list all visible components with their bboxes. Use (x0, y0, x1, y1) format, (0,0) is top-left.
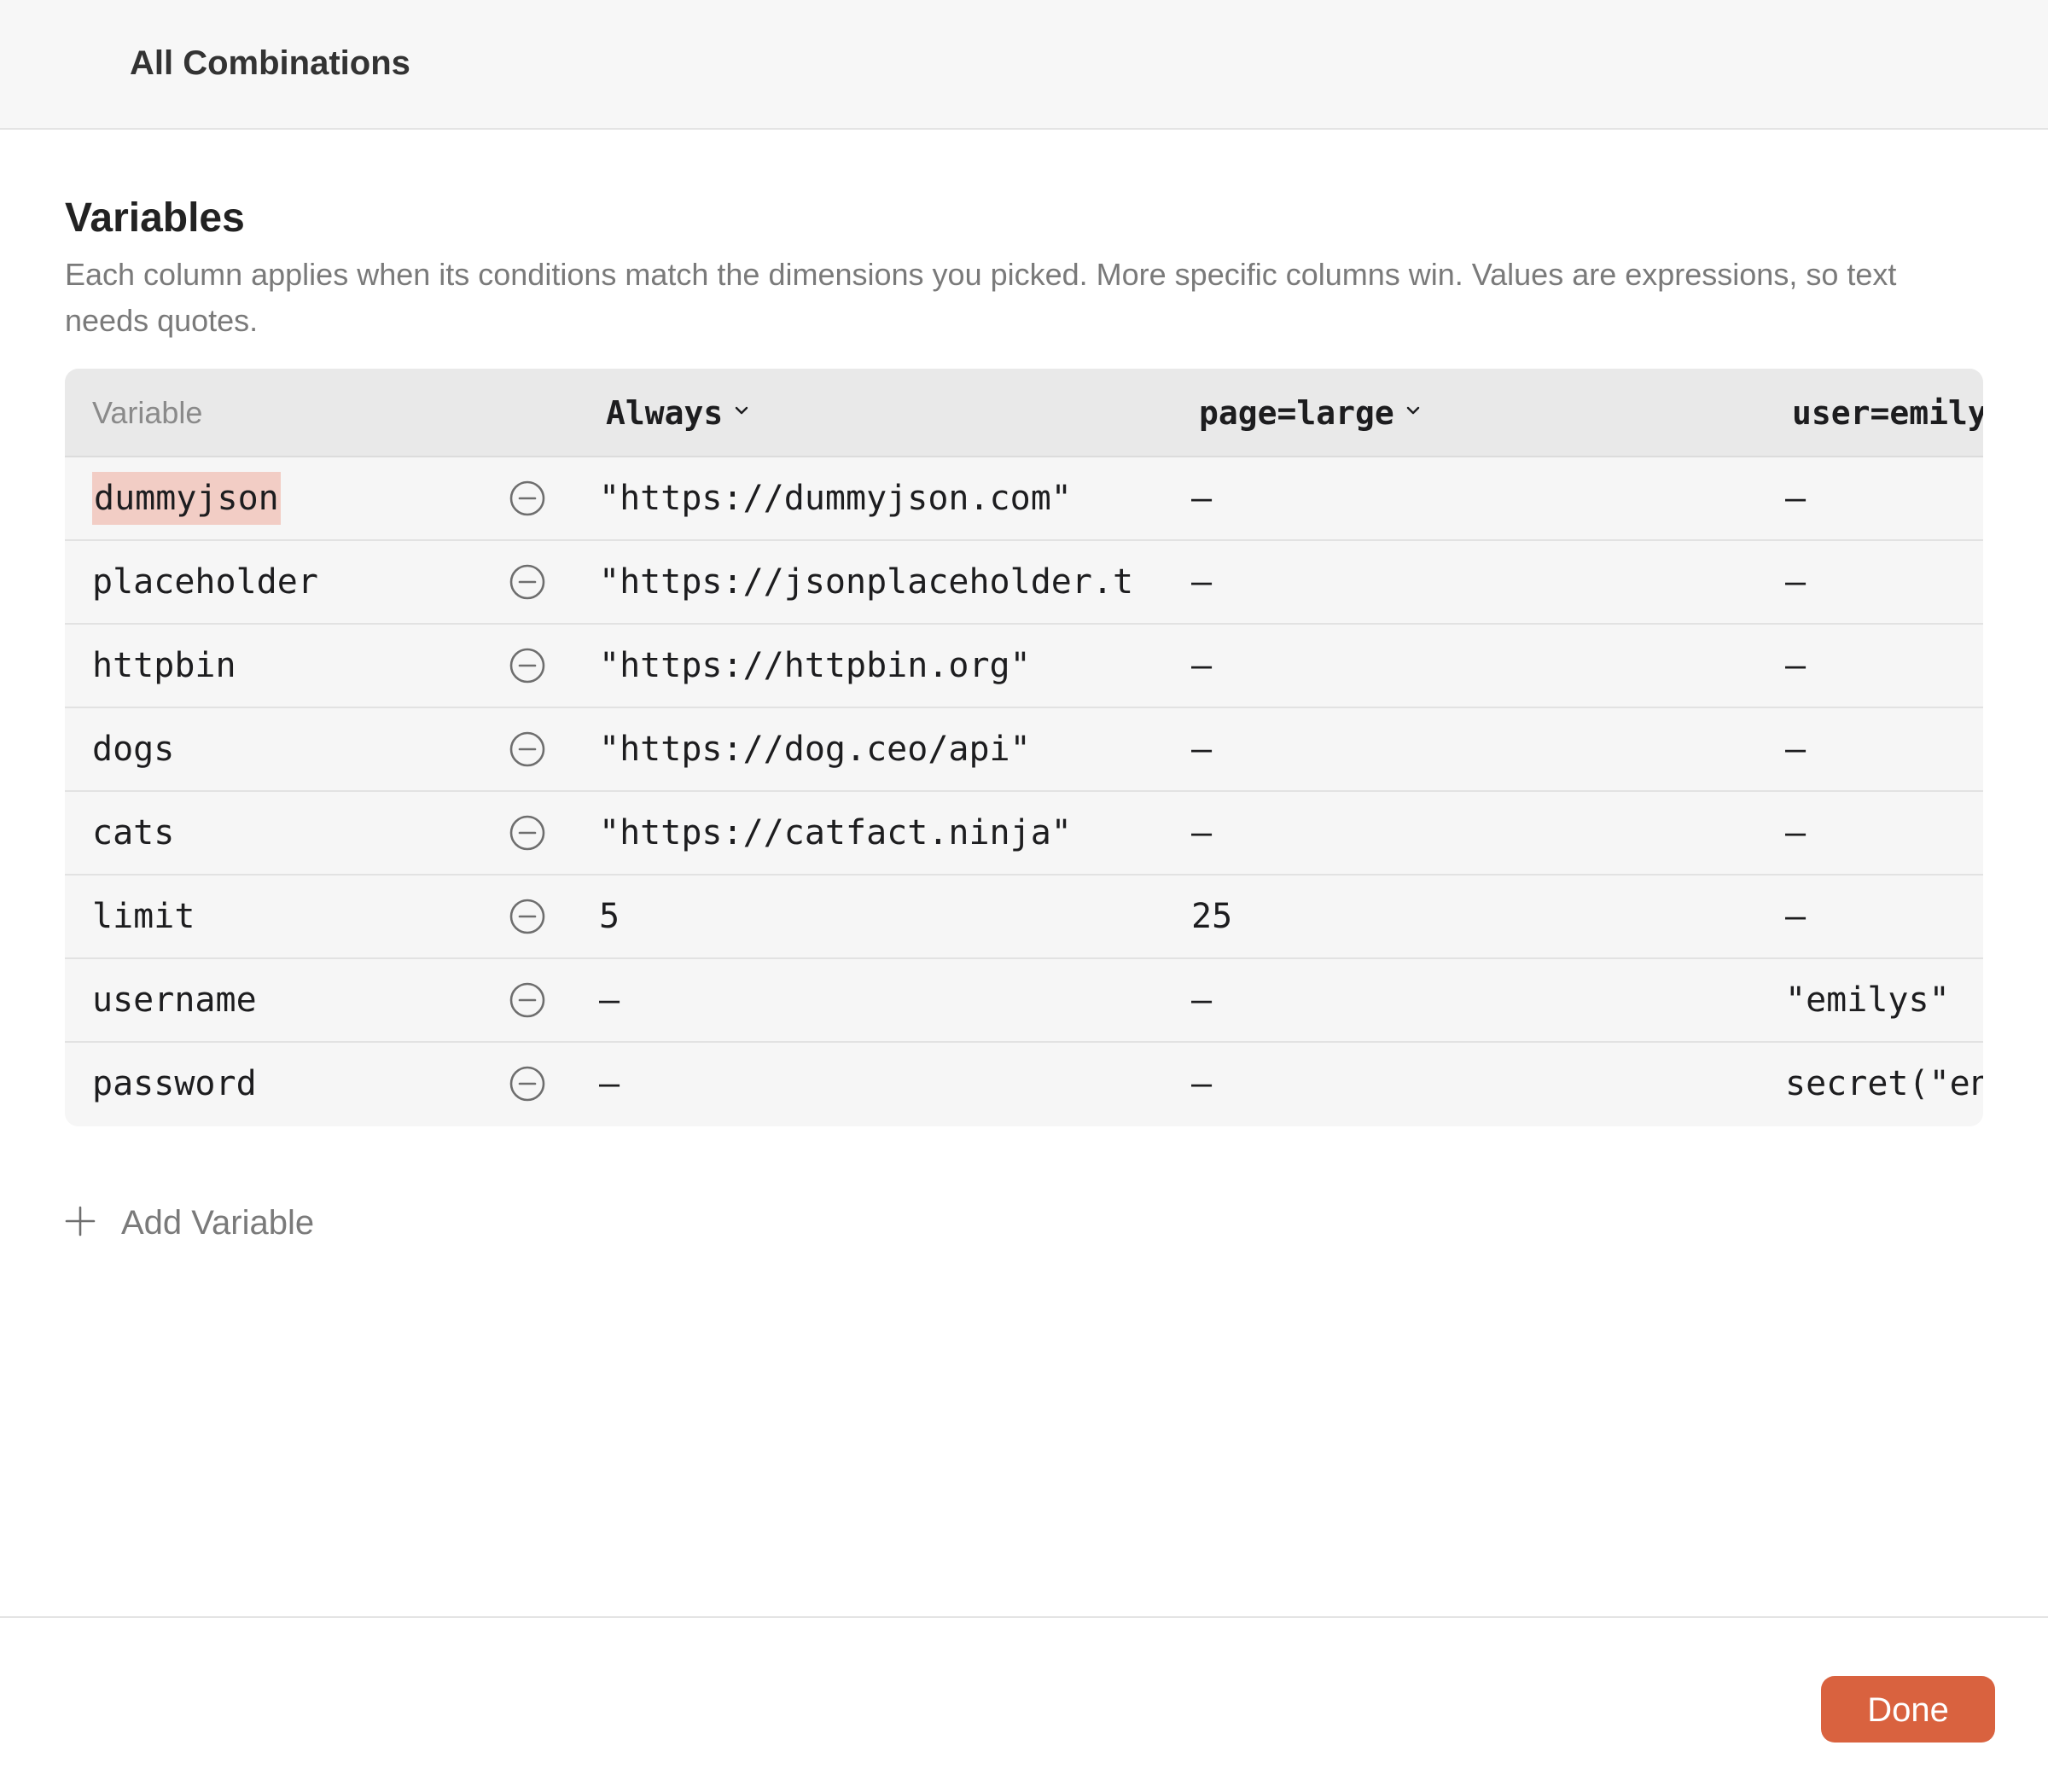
value-cell-user-emily[interactable]: — (1785, 625, 1983, 707)
table-row: username — — "emilys" (65, 959, 1983, 1043)
chevron-down-icon (736, 406, 748, 414)
done-button[interactable]: Done (1821, 1676, 1995, 1743)
column-header-page-large-label: page=large (1199, 394, 1394, 432)
section-title: Variables (65, 195, 245, 241)
minus-circle-icon (509, 815, 545, 851)
value-cell-user-emily[interactable]: secret("en (1785, 1043, 1983, 1125)
value-cell-user-emily[interactable]: — (1785, 541, 1983, 623)
minus-circle-icon (509, 982, 545, 1018)
variable-name[interactable]: password (92, 1043, 536, 1125)
value-cell-page-large[interactable]: — (1191, 457, 1720, 539)
minus-circle-icon (509, 480, 545, 516)
variable-name-highlighted[interactable]: dummyjson (92, 472, 281, 525)
column-header-user-emily[interactable]: user=emily (1792, 369, 1983, 457)
plus-icon (65, 1207, 96, 1236)
variable-name[interactable]: httpbin (92, 625, 536, 707)
value-cell-page-large[interactable]: — (1191, 1043, 1720, 1125)
variable-name[interactable]: placeholder (92, 541, 536, 623)
table-row: placeholder "https://jsonplaceholder.t —… (65, 541, 1983, 625)
value-cell-page-large[interactable]: — (1191, 792, 1720, 874)
value-cell-page-large[interactable]: — (1191, 959, 1720, 1041)
remove-variable-button[interactable] (507, 561, 548, 602)
value-cell-always[interactable]: "https://dog.ceo/api" (599, 708, 1222, 790)
add-variable-label: Add Variable (121, 1204, 315, 1242)
remove-variable-button[interactable] (507, 478, 548, 519)
value-cell-user-emily[interactable]: "emilys" (1785, 959, 1983, 1041)
value-cell-always[interactable]: "https://httpbin.org" (599, 625, 1222, 707)
value-cell-always[interactable]: 5 (599, 876, 1222, 957)
value-cell-always[interactable]: — (599, 1043, 1222, 1125)
value-cell-user-emily[interactable]: — (1785, 876, 1983, 957)
value-cell-page-large[interactable]: — (1191, 541, 1720, 623)
variable-name[interactable]: username (92, 959, 536, 1041)
section-description: Each column applies when its conditions … (65, 257, 1897, 338)
variable-name[interactable]: limit (92, 876, 536, 957)
table-row: limit 5 25 — (65, 876, 1983, 959)
column-header-page-large[interactable]: page=large (1199, 369, 1420, 457)
remove-variable-button[interactable] (507, 896, 548, 937)
minus-circle-icon (509, 899, 545, 934)
chevron-down-icon (1406, 406, 1419, 414)
table-row: cats "https://catfact.ninja" — — (65, 792, 1983, 876)
column-header-always-label: Always (606, 394, 724, 432)
table-header: Variable Always page=large user=emily (65, 369, 1983, 457)
column-header-variable: Variable (92, 395, 203, 430)
variable-name[interactable]: dummyjson (92, 457, 536, 539)
table-row: httpbin "https://httpbin.org" — — (65, 625, 1983, 708)
remove-variable-button[interactable] (507, 645, 548, 686)
column-header-always[interactable]: Always (606, 369, 748, 457)
column-header-user-emily-label: user=emily (1792, 394, 1983, 432)
minus-circle-icon (509, 648, 545, 684)
value-cell-always[interactable]: "https://catfact.ninja" (599, 792, 1222, 874)
window-title: All Combinations (130, 44, 410, 82)
table-row: dogs "https://dog.ceo/api" — — (65, 708, 1983, 792)
value-cell-user-emily[interactable]: — (1785, 457, 1983, 539)
remove-variable-button[interactable] (507, 1063, 548, 1104)
remove-variable-button[interactable] (507, 729, 548, 770)
add-variable-button[interactable]: Add Variable (65, 1199, 314, 1247)
remove-variable-button[interactable] (507, 980, 548, 1021)
minus-circle-icon (509, 564, 545, 600)
table-row: dummyjson "https://dummyjson.com" — — (65, 457, 1983, 541)
value-cell-page-large[interactable]: 25 (1191, 876, 1720, 957)
minus-circle-icon (509, 1066, 545, 1102)
value-cell-always[interactable]: — (599, 959, 1222, 1041)
remove-variable-button[interactable] (507, 812, 548, 853)
footer-bar: Done (0, 1616, 2048, 1792)
value-cell-always[interactable]: "https://dummyjson.com" (599, 457, 1222, 539)
variable-name[interactable]: dogs (92, 708, 536, 790)
table-row: password — — secret("en (65, 1043, 1983, 1126)
window-header: All Combinations (0, 0, 2048, 130)
value-cell-page-large[interactable]: — (1191, 708, 1720, 790)
value-cell-page-large[interactable]: — (1191, 625, 1720, 707)
variables-table: Variable Always page=large user=emily du… (65, 369, 1983, 1126)
variable-name[interactable]: cats (92, 792, 536, 874)
value-cell-user-emily[interactable]: — (1785, 792, 1983, 874)
value-cell-user-emily[interactable]: — (1785, 708, 1983, 790)
minus-circle-icon (509, 731, 545, 767)
combinations-window: All Combinations Variables Each column a… (0, 0, 2048, 1792)
value-cell-always[interactable]: "https://jsonplaceholder.t (599, 541, 1222, 623)
